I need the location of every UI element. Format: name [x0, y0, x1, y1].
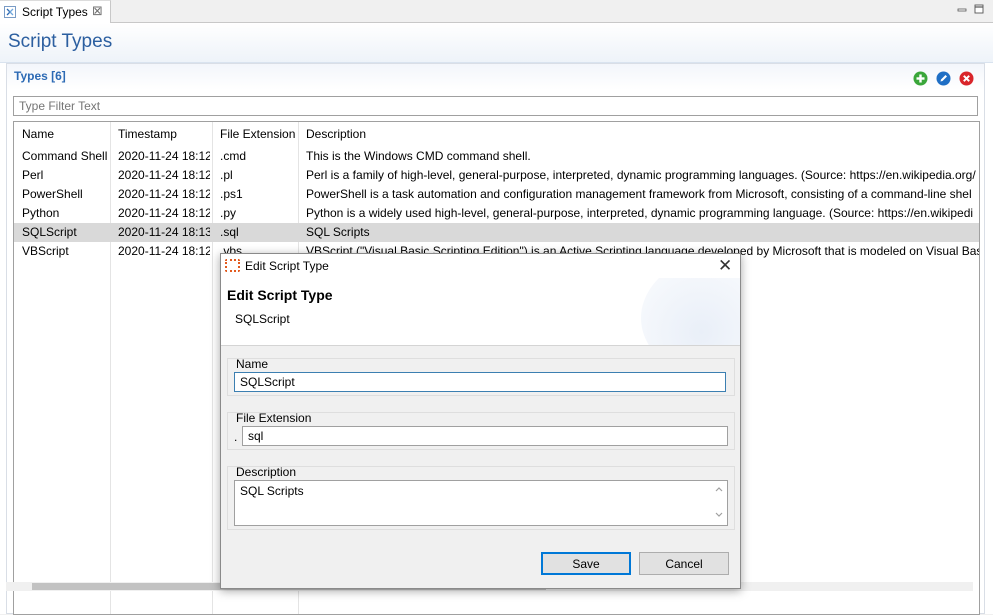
dialog-titlebar[interactable]: Edit Script Type ✕ — [221, 254, 740, 278]
description-group: Description SQL Scripts — [227, 465, 735, 530]
cell-name: Perl — [22, 168, 44, 182]
cell-name: SQLScript — [22, 225, 77, 239]
column-header-timestamp[interactable]: Timestamp — [118, 122, 177, 144]
cell-description: Python is a widely used high-level, gene… — [306, 206, 974, 220]
maximize-icon[interactable] — [972, 2, 986, 16]
file-extension-label: File Extension — [236, 411, 312, 425]
table-row[interactable]: Perl 2020-11-24 18:12 .pl Perl is a fami… — [14, 166, 979, 185]
delete-icon[interactable] — [959, 71, 974, 86]
dialog-heading: Edit Script Type — [227, 287, 333, 303]
name-field[interactable] — [234, 372, 726, 392]
cell-name: PowerShell — [22, 187, 83, 201]
table-row[interactable]: Command Shell 2020-11-24 18:12 .cmd This… — [14, 147, 979, 166]
dialog-window-title: Edit Script Type — [245, 259, 329, 273]
script-types-icon — [4, 6, 16, 18]
cell-timestamp: 2020-11-24 18:12 — [118, 168, 210, 182]
cell-name: Python — [22, 206, 60, 220]
cell-timestamp: 2020-11-24 18:12 — [118, 244, 210, 258]
page-header: Script Types — [0, 23, 993, 63]
table-row-selected[interactable]: SQLScript 2020-11-24 18:13 .sql SQL Scri… — [14, 223, 979, 242]
name-label: Name — [236, 357, 269, 371]
column-header-name[interactable]: Name — [22, 122, 54, 144]
script-type-icon — [225, 259, 240, 272]
close-icon[interactable]: ✕ — [718, 256, 732, 276]
cell-extension: .sql — [220, 225, 239, 239]
column-header-file-extension[interactable]: File Extension — [220, 122, 295, 144]
section-title[interactable]: Types [6] — [14, 69, 66, 83]
dialog-subheading: SQLScript — [235, 312, 290, 326]
description-field[interactable]: SQL Scripts — [234, 480, 728, 526]
tab-script-types[interactable]: Script Types ⊠ — [0, 0, 111, 23]
cell-timestamp: 2020-11-24 18:13 — [118, 225, 210, 239]
file-extension-field[interactable] — [242, 426, 728, 446]
dialog-header: Edit Script Type SQLScript — [221, 278, 740, 346]
cell-timestamp: 2020-11-24 18:12 — [118, 149, 210, 163]
cell-timestamp: 2020-11-24 18:12 — [118, 187, 210, 201]
cell-description: SQL Scripts — [306, 225, 370, 239]
cell-name: Command Shell — [22, 149, 108, 163]
description-text: SQL Scripts — [240, 484, 304, 498]
add-icon[interactable] — [913, 71, 928, 86]
cell-extension: .py — [220, 206, 237, 220]
file-extension-group: File Extension . — [227, 411, 735, 450]
description-label: Description — [236, 465, 297, 479]
cancel-button[interactable]: Cancel — [639, 552, 729, 575]
editor-tab-bar: Script Types ⊠ — [0, 0, 993, 23]
minimize-icon[interactable] — [955, 2, 969, 16]
tab-close-icon[interactable]: ⊠ — [92, 3, 103, 19]
cell-description: This is the Windows CMD command shell. — [306, 149, 531, 163]
section-header: Types [6] — [7, 64, 984, 90]
edit-icon[interactable] — [936, 71, 951, 86]
name-group: Name — [227, 357, 735, 396]
header-decoration — [641, 278, 740, 345]
table-row[interactable]: PowerShell 2020-11-24 18:12 .ps1 PowerSh… — [14, 185, 979, 204]
cell-name: VBScript — [22, 244, 69, 258]
cell-extension: .pl — [220, 168, 233, 182]
cell-description: PowerShell is a task automation and conf… — [306, 187, 972, 201]
save-button[interactable]: Save — [541, 552, 631, 575]
table-row[interactable]: Python 2020-11-24 18:12 .py Python is a … — [14, 204, 979, 223]
column-header-description[interactable]: Description — [306, 122, 366, 144]
cell-description: Perl is a family of high-level, general-… — [306, 168, 976, 182]
cell-timestamp: 2020-11-24 18:12 — [118, 206, 210, 220]
edit-script-type-dialog: Edit Script Type ✕ Edit Script Type SQLS… — [220, 253, 741, 589]
cell-extension: .ps1 — [220, 187, 243, 201]
type-filter-input[interactable] — [13, 96, 978, 116]
cell-extension: .cmd — [220, 149, 247, 163]
page-title: Script Types — [8, 31, 113, 52]
scroll-arrows-icon[interactable] — [713, 483, 725, 521]
tab-label: Script Types — [22, 5, 88, 19]
extension-dot: . — [234, 430, 238, 444]
